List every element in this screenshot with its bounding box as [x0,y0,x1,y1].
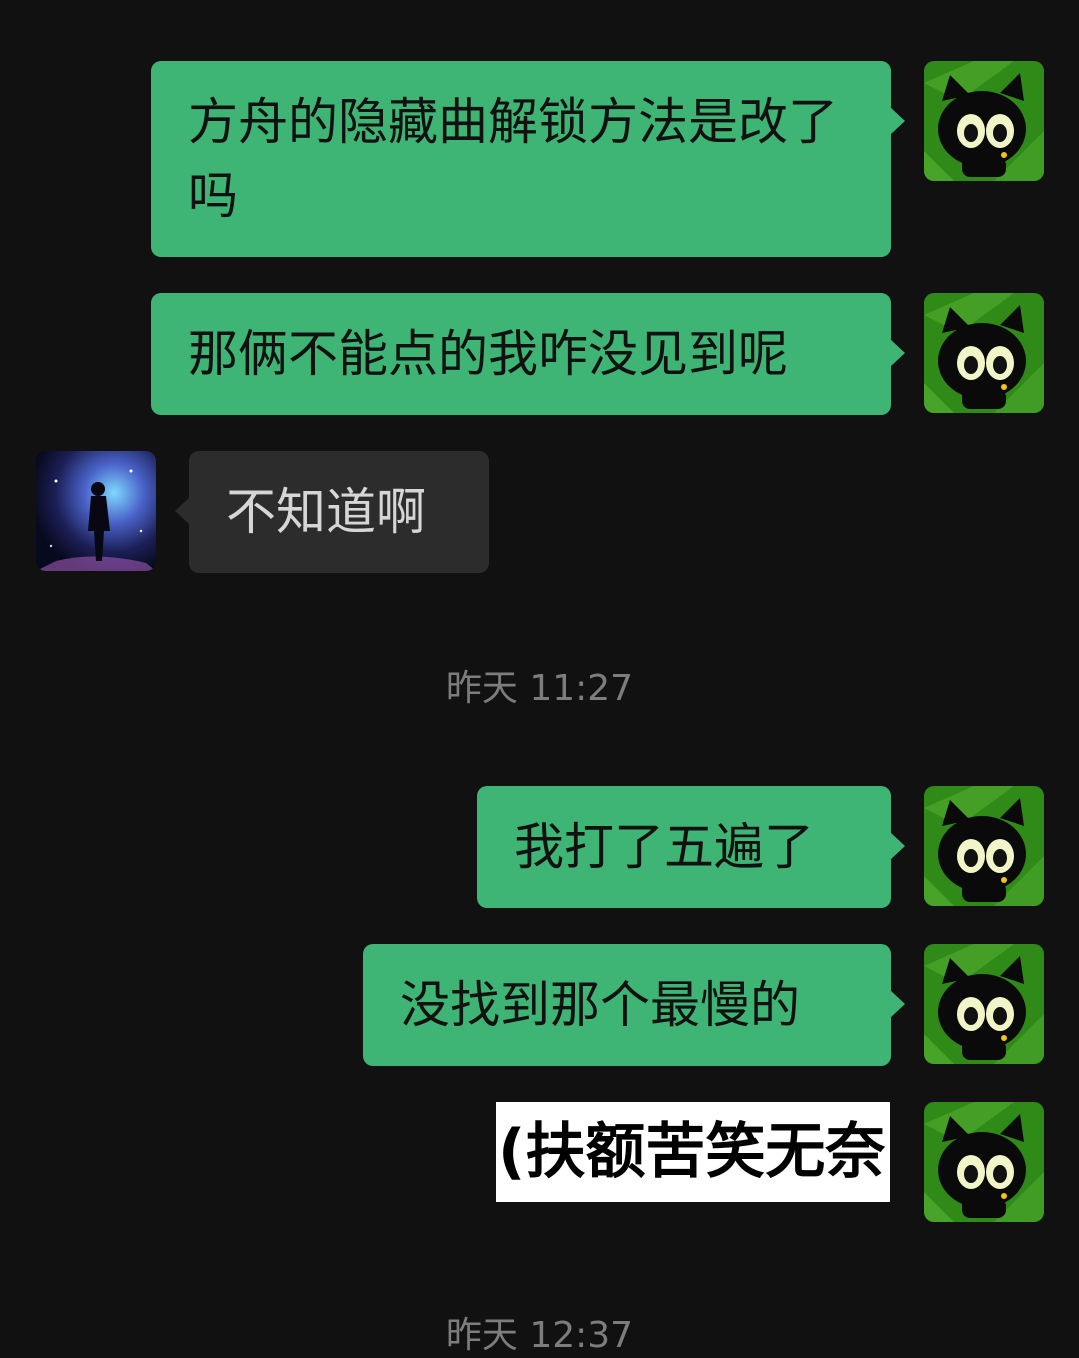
timestamp: 昨天 12:37 [445,1315,634,1356]
message-bubble-sent[interactable]: 我打了五遍了 [477,786,905,908]
black-cat-avatar-icon[interactable] [924,786,1044,906]
black-cat-avatar-icon[interactable] [924,944,1044,1064]
black-cat-avatar-icon[interactable] [924,1102,1044,1222]
message-bubble-sent[interactable]: 方舟的隐藏曲解锁方法是改了吗 [151,61,905,257]
sticker-image-message[interactable]: (扶额苦笑无奈 [496,1102,890,1202]
black-cat-avatar-icon[interactable] [924,61,1044,181]
message-bubble-sent[interactable]: 那俩不能点的我咋没见到呢 [151,293,905,415]
galaxy-silhouette-avatar-icon[interactable] [36,451,156,571]
message-bubble-sent[interactable]: 没找到那个最慢的 [363,944,905,1066]
message-bubble-received[interactable]: 不知道啊 [175,451,489,573]
timestamp: 昨天 11:27 [445,668,634,709]
black-cat-avatar-icon[interactable] [924,293,1044,413]
